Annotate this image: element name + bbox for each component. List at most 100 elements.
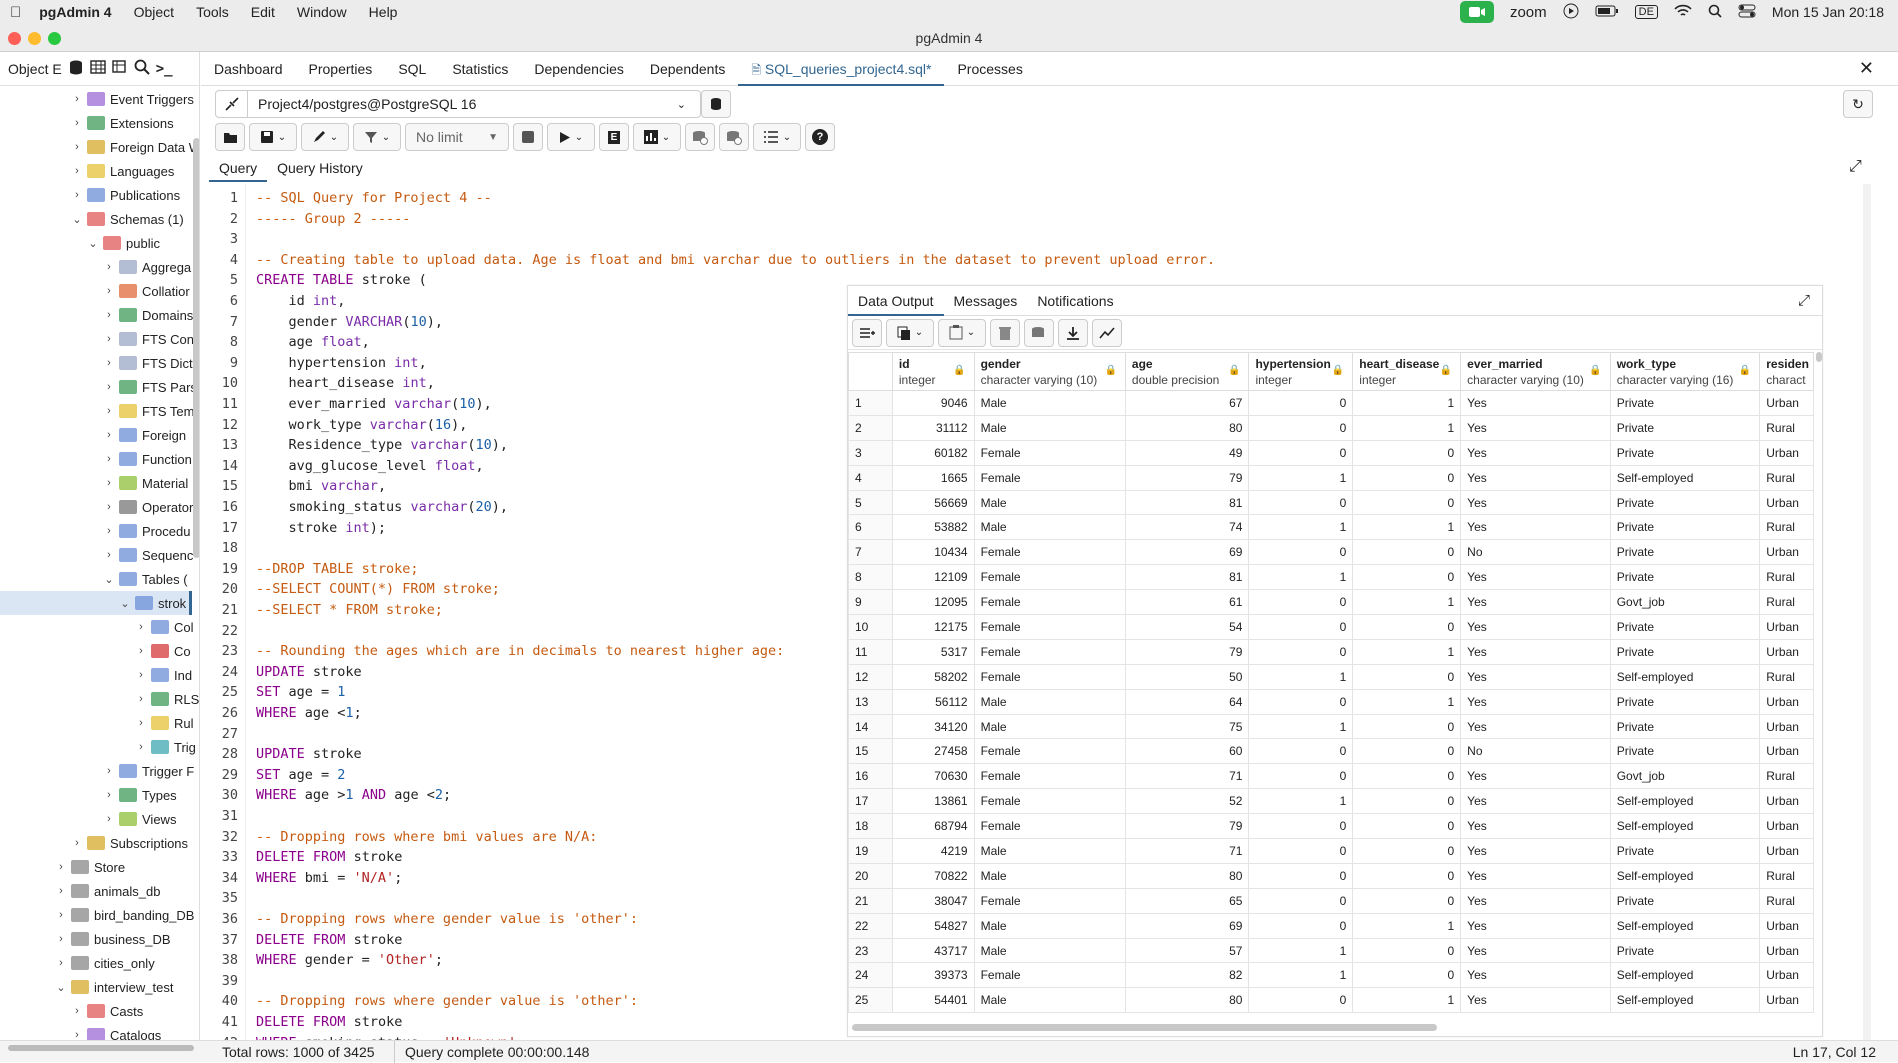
table-cell[interactable]: 50 (1124, 663, 1250, 690)
tree-node[interactable]: › Languages (70, 159, 174, 183)
table-cell[interactable]: Yes (1460, 514, 1611, 541)
table-cell[interactable]: 69 (1124, 912, 1250, 939)
table-cell[interactable]: Female (973, 887, 1126, 914)
table-cell[interactable]: 67 (1124, 390, 1250, 416)
zoom-label[interactable]: zoom (1510, 4, 1547, 21)
code-line[interactable]: CREATE TABLE stroke ( (256, 272, 427, 288)
table-cell[interactable]: 10434 (891, 539, 975, 566)
table-cell[interactable]: Female (973, 813, 1126, 840)
table-cell[interactable]: Rural (1759, 763, 1814, 790)
table-cell[interactable]: 0 (1352, 564, 1462, 591)
table-cell[interactable]: Urban (1759, 439, 1814, 466)
battery-icon[interactable] (1595, 4, 1619, 20)
table-cell[interactable]: Self-employed (1609, 663, 1761, 690)
menu-window[interactable]: Window (297, 4, 347, 20)
table-cell[interactable]: 0 (1352, 763, 1462, 790)
tree-node[interactable]: › Casts (70, 999, 143, 1023)
table-cell[interactable]: 38047 (891, 887, 975, 914)
table-cell[interactable]: Private (1609, 439, 1761, 466)
table-cell[interactable]: 0 (1352, 713, 1462, 740)
chevron-right-icon[interactable]: › (102, 549, 116, 561)
table-row[interactable]: 8 12109 Female 81 1 0 Yes Private Rural (848, 564, 1814, 591)
table-cell[interactable]: 64 (1124, 688, 1250, 715)
code-line[interactable]: SET age = 1 (256, 684, 345, 700)
table-cell[interactable]: Female (973, 663, 1126, 690)
table-cell[interactable]: Yes (1460, 838, 1611, 864)
table-cell[interactable]: Rural (1759, 862, 1814, 889)
sidebar-scrollbar[interactable] (193, 138, 199, 558)
table-cell[interactable]: Female (973, 589, 1126, 616)
code-line[interactable]: id int, (256, 293, 346, 309)
table-cell[interactable]: 75 (1124, 713, 1250, 740)
tab-query-history[interactable]: Query History (267, 156, 373, 182)
chevron-right-icon[interactable]: › (102, 309, 116, 321)
table-cell[interactable]: 0 (1248, 738, 1354, 765)
table-cell[interactable]: 1 (1248, 464, 1354, 491)
menu-tools[interactable]: Tools (196, 4, 229, 20)
table-cell[interactable]: Female (973, 464, 1126, 491)
table-cell[interactable]: 12175 (891, 614, 975, 640)
table-cell[interactable]: Yes (1460, 813, 1611, 840)
table-cell[interactable]: Urban (1759, 390, 1814, 416)
code-line[interactable]: WHERE gender = 'Other'; (256, 952, 443, 968)
table-cell[interactable]: 82 (1124, 962, 1250, 989)
table-cell[interactable]: 56669 (891, 489, 975, 516)
code-line[interactable]: WHERE age <1; (256, 705, 362, 721)
table-cell[interactable]: Urban (1759, 489, 1814, 516)
column-header-age[interactable]: age double precision 🔒 (1124, 352, 1250, 391)
table-cell[interactable]: Rural (1759, 663, 1814, 690)
table-row[interactable]: 24 39373 Female 82 1 0 Yes Self-employed Urban (848, 962, 1814, 989)
keyboard-layout[interactable]: DE (1634, 5, 1658, 19)
table-cell[interactable]: Male (973, 414, 1126, 441)
connection-selector[interactable]: Project4/postgres@PostgreSQL 16 ⌄ (215, 90, 701, 118)
table-cell[interactable]: Self-employed (1609, 464, 1761, 491)
code-line[interactable]: -- Rounding the ages which are in decima… (256, 643, 784, 659)
grid-hscrollbar[interactable] (852, 1024, 1437, 1031)
grid-vscrollbar[interactable] (1816, 352, 1822, 362)
table-cell[interactable]: Private (1609, 887, 1761, 914)
explain-button[interactable]: E (599, 123, 629, 151)
table-cell[interactable]: Private (1609, 390, 1761, 416)
tree-node[interactable]: › Publications (70, 183, 180, 207)
clock[interactable]: Mon 15 Jan 20:18 (1772, 4, 1884, 20)
table-row[interactable]: 15 27458 Female 60 0 0 No Private Urban (848, 738, 1814, 765)
execute-button[interactable]: ⌄ (547, 123, 595, 151)
table-cell[interactable]: Yes (1460, 788, 1611, 815)
code-line[interactable]: Residence_type varchar(10), (256, 437, 509, 453)
code-line[interactable]: DELETE FROM stroke (256, 849, 402, 865)
zoom-camera-icon[interactable] (1459, 1, 1494, 23)
code-line[interactable]: -- Dropping rows where bmi values are N/… (256, 829, 597, 845)
table-cell[interactable]: Female (973, 638, 1126, 665)
chevron-right-icon[interactable]: › (102, 813, 116, 825)
table-cell[interactable]: 0 (1352, 439, 1462, 466)
column-header-work_type[interactable]: work_type character varying (16) 🔒 (1609, 352, 1761, 391)
macros-button[interactable]: ⌄ (753, 123, 801, 151)
tab-properties[interactable]: Properties (296, 52, 386, 86)
table-cell[interactable]: 49 (1124, 439, 1250, 466)
table-cell[interactable]: 79 (1124, 813, 1250, 840)
filter-button[interactable]: ⌄ (353, 123, 401, 151)
table-cell[interactable]: 4219 (891, 838, 975, 864)
table-cell[interactable]: Yes (1460, 589, 1611, 616)
table-cell[interactable]: 80 (1124, 862, 1250, 889)
table-row[interactable]: 21 38047 Female 65 0 0 Yes Private Rural (848, 887, 1814, 914)
table-cell[interactable]: 0 (1352, 489, 1462, 516)
table-cell[interactable]: 52 (1124, 788, 1250, 815)
table-cell[interactable]: Yes (1460, 564, 1611, 591)
close-tab-icon[interactable]: ✕ (1859, 58, 1874, 79)
table-cell[interactable]: Urban (1759, 539, 1814, 566)
copy-button[interactable]: ⌄ (886, 318, 934, 347)
download-button[interactable] (1058, 318, 1088, 347)
table-cell[interactable]: Urban (1759, 937, 1814, 964)
table-row[interactable]: 13 56112 Male 64 0 1 Yes Private Urban (848, 688, 1814, 715)
table-cell[interactable]: 0 (1352, 738, 1462, 765)
tree-node[interactable]: ⌄ interview_test (54, 975, 173, 999)
code-line[interactable]: -- SQL Query for Project 4 -- (256, 190, 492, 206)
play-icon[interactable] (1563, 3, 1579, 22)
table-cell[interactable]: Female (973, 614, 1126, 640)
chevron-down-icon[interactable]: ⌄ (102, 573, 116, 586)
tree-node[interactable]: › Trigger F (102, 759, 194, 783)
chevron-right-icon[interactable]: › (70, 1005, 84, 1017)
table-cell[interactable]: Female (973, 738, 1126, 765)
table-cell[interactable]: 0 (1248, 539, 1354, 566)
